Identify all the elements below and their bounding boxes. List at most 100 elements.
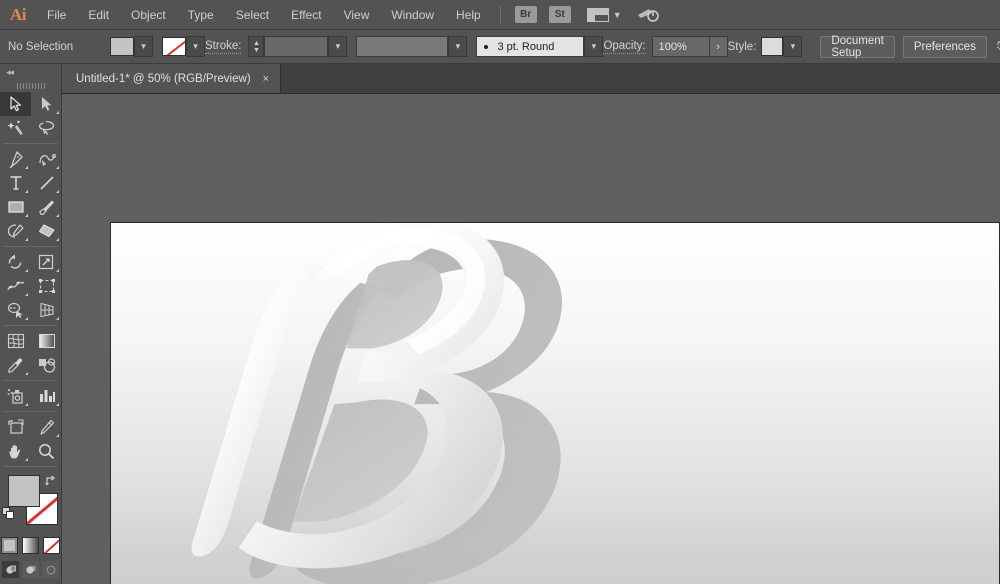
menu-type[interactable]: Type xyxy=(177,0,225,30)
selection-tool[interactable] xyxy=(0,92,31,116)
brush-definition-field[interactable]: 3 pt. Round xyxy=(476,36,585,57)
mesh-tool[interactable] xyxy=(0,329,31,353)
tool-flyout-indicator xyxy=(25,372,28,375)
width-profile-dropdown[interactable]: ▾ xyxy=(448,36,468,57)
swap-fill-stroke-icon[interactable] xyxy=(44,473,58,491)
eraser-tool[interactable] xyxy=(31,219,62,243)
graphic-style-swatch[interactable] xyxy=(761,37,784,56)
draw-behind-button[interactable] xyxy=(22,561,39,578)
type-tool[interactable] xyxy=(0,171,31,195)
menu-object[interactable]: Object xyxy=(120,0,177,30)
tool-flyout-indicator xyxy=(25,190,28,193)
gradient-mode-button[interactable] xyxy=(22,537,39,554)
tool-flyout-indicator xyxy=(25,214,28,217)
collapse-panel-button[interactable]: ◂◂ xyxy=(0,64,61,80)
column-graph-tool[interactable] xyxy=(31,384,62,408)
slice-tool[interactable] xyxy=(31,415,62,439)
tool-group-divider xyxy=(4,466,57,467)
brush-definition-label: 3 pt. Round xyxy=(497,40,555,53)
tool-flyout-indicator xyxy=(56,190,59,193)
document-setup-button[interactable]: Document Setup xyxy=(820,35,895,59)
close-icon[interactable]: × xyxy=(263,73,269,85)
eyedropper-tool[interactable] xyxy=(0,353,31,377)
rectangle-tool[interactable] xyxy=(0,195,31,219)
tool-flyout-indicator xyxy=(25,269,28,272)
tool-group-divider xyxy=(4,380,58,381)
perspective-grid-tool[interactable] xyxy=(31,298,62,322)
lasso-tool[interactable] xyxy=(31,116,62,140)
tool-flyout-indicator xyxy=(56,269,59,272)
tool-flyout-indicator xyxy=(56,434,59,437)
tool-flyout-indicator xyxy=(25,238,28,241)
none-mode-button[interactable] xyxy=(43,537,60,554)
magic-wand-tool[interactable] xyxy=(0,116,31,140)
stroke-weight-stepper[interactable]: ▲ ▼ xyxy=(248,36,265,57)
preferences-button[interactable]: Preferences xyxy=(902,35,987,58)
tool-group-divider xyxy=(4,411,58,412)
fill-color-swatch[interactable] xyxy=(8,475,40,507)
graphic-style-dropdown[interactable]: ▾ xyxy=(783,36,803,57)
draw-normal-button[interactable] xyxy=(2,561,19,578)
shape-builder-tool[interactable] xyxy=(0,298,31,322)
bridge-button[interactable]: Br xyxy=(514,6,537,23)
stroke-weight-input[interactable] xyxy=(264,36,329,57)
stock-button[interactable]: St xyxy=(548,6,571,23)
brush-definition-dropdown[interactable]: ▾ xyxy=(584,36,604,57)
menu-view[interactable]: View xyxy=(333,0,381,30)
default-fill-stroke-icon[interactable] xyxy=(2,507,16,526)
menu-window[interactable]: Window xyxy=(380,0,445,30)
gradient-tool[interactable] xyxy=(31,329,62,353)
illustrator-window: Ai File Edit Object Type Select Effect V… xyxy=(0,0,1000,584)
artboard[interactable] xyxy=(110,222,1000,584)
fill-stroke-controls xyxy=(0,471,62,533)
direct-selection-tool[interactable] xyxy=(31,92,62,116)
line-segment-tool[interactable] xyxy=(31,171,62,195)
width-warp-tool[interactable] xyxy=(0,274,31,298)
draw-inside-button[interactable] xyxy=(42,561,59,578)
curvature-tool[interactable] xyxy=(31,147,62,171)
tools-panel-grip[interactable] xyxy=(0,80,61,92)
color-mode-button[interactable] xyxy=(1,537,18,554)
symbol-sprayer-tool[interactable] xyxy=(0,384,31,408)
menu-divider xyxy=(499,5,501,24)
hand-tool[interactable] xyxy=(0,439,31,463)
document-tab-label: Untitled-1* @ 50% (RGB/Preview) xyxy=(76,72,251,85)
stroke-weight-dropdown[interactable]: ▾ xyxy=(328,36,348,57)
fill-swatch-dropdown[interactable]: ▾ xyxy=(134,36,153,57)
drawing-mode-buttons xyxy=(0,561,61,578)
menu-select[interactable]: Select xyxy=(225,0,280,30)
tool-flyout-indicator xyxy=(56,166,59,169)
arrange-documents-icon[interactable]: ▼ xyxy=(586,7,622,22)
selection-status-label: No Selection xyxy=(8,40,74,53)
blend-tool[interactable] xyxy=(31,353,62,377)
menu-help[interactable]: Help xyxy=(445,0,492,30)
stroke-weight-label[interactable]: Stroke: xyxy=(205,40,242,54)
tool-flyout-indicator xyxy=(56,238,59,241)
tool-flyout-indicator xyxy=(56,403,59,406)
stroke-swatch[interactable] xyxy=(162,37,186,56)
pen-tool[interactable] xyxy=(0,147,31,171)
document-tab-untitled-1[interactable]: Untitled-1* @ 50% (RGB/Preview) × xyxy=(62,64,282,93)
menu-bar: Ai File Edit Object Type Select Effect V… xyxy=(0,0,1000,30)
rotate-tool[interactable] xyxy=(0,250,31,274)
width-profile-input[interactable] xyxy=(356,36,449,57)
scale-tool[interactable] xyxy=(31,250,62,274)
free-transform-tool[interactable] xyxy=(31,274,62,298)
opacity-label[interactable]: Opacity: xyxy=(603,40,646,54)
menu-file[interactable]: File xyxy=(36,0,77,30)
menu-effect[interactable]: Effect xyxy=(280,0,332,30)
artwork-letter-b[interactable] xyxy=(111,223,999,584)
canvas-area[interactable] xyxy=(62,94,1000,584)
workspace-switcher-icon[interactable] xyxy=(636,6,660,24)
opacity-input[interactable]: 100% xyxy=(651,36,710,57)
tool-group-divider xyxy=(4,143,58,144)
menu-edit[interactable]: Edit xyxy=(77,0,120,30)
paintbrush-tool[interactable] xyxy=(31,195,62,219)
shaper-pencil-tool[interactable] xyxy=(0,219,31,243)
opacity-options-button[interactable]: › xyxy=(709,36,728,57)
artboard-tool[interactable] xyxy=(0,415,31,439)
stroke-swatch-dropdown[interactable]: ▾ xyxy=(186,36,205,57)
zoom-tool[interactable] xyxy=(31,439,62,463)
fill-swatch[interactable] xyxy=(110,37,134,56)
color-mode-buttons xyxy=(0,537,61,554)
